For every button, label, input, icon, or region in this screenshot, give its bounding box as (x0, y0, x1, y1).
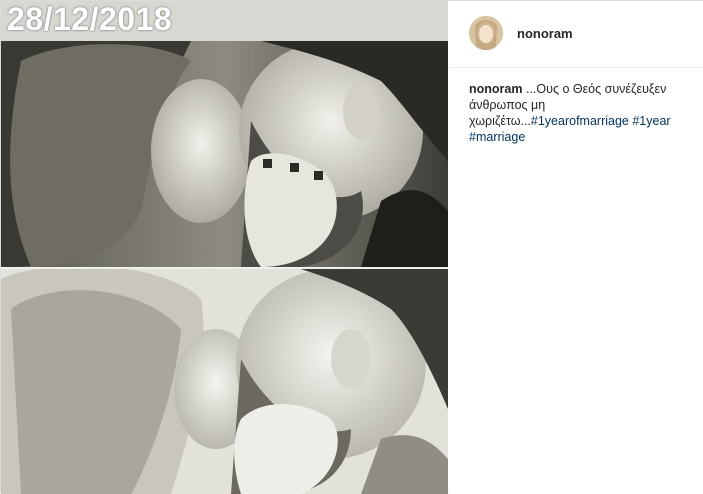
hashtag-link[interactable]: #marriage (469, 130, 525, 144)
caption-username[interactable]: nonoram (469, 82, 522, 96)
hashtag-link[interactable]: #1yearofmarriage (531, 114, 629, 128)
date-banner: 28/12/2018 (1, 1, 448, 41)
post-image[interactable]: 28/12/2018 (1, 1, 448, 494)
post-caption: nonoram ...Ους ο Θεός συνέζευξεν άνθρωπο… (469, 81, 695, 145)
hashtag-link[interactable]: #1year (632, 114, 670, 128)
post-header: nonoram (449, 1, 703, 68)
avatar[interactable] (469, 16, 503, 50)
photo-top (1, 41, 448, 267)
post-sidebar: nonoram nonoram ...Ους ο Θεός συνέζευξεν… (449, 1, 703, 494)
instagram-post: 28/12/2018 nonoram nonoram ...Ους ο Θεός… (0, 0, 703, 494)
date-label: 28/12/2018 (7, 1, 173, 37)
photo-bottom (1, 269, 448, 494)
author-username[interactable]: nonoram (517, 26, 573, 41)
